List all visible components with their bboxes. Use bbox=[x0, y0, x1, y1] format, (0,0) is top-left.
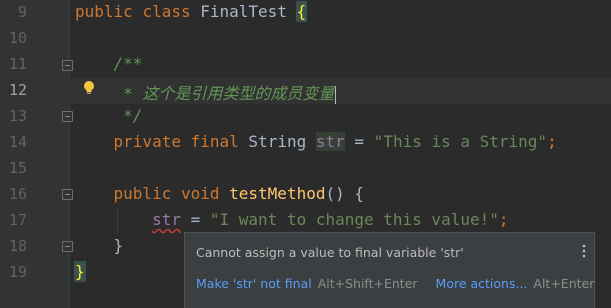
line-number: 16 bbox=[8, 185, 27, 203]
line-number: 14 bbox=[8, 133, 27, 151]
code-line-15: 15 bbox=[0, 156, 611, 182]
quick-fix-actions: Make 'str' not final Alt+Shift+Enter More … bbox=[196, 276, 594, 291]
field-str-assignment-error[interactable]: str bbox=[152, 210, 181, 229]
make-not-final-link[interactable]: Make 'str' not final bbox=[196, 276, 312, 291]
keyword-public[interactable]: public bbox=[114, 184, 172, 203]
string-literal[interactable]: "This is a String" bbox=[374, 132, 547, 151]
doc-comment-start[interactable]: /** bbox=[114, 54, 143, 73]
string-literal[interactable]: "I want to change this value!" bbox=[210, 210, 499, 229]
code-line-11: 11 /** bbox=[0, 52, 611, 78]
code-line-13: 13 */ bbox=[0, 104, 611, 130]
line-number: 18 bbox=[8, 237, 27, 255]
lightbulb-icon[interactable] bbox=[82, 80, 96, 96]
open-brace-matched[interactable]: { bbox=[295, 1, 308, 22]
fold-toggle-icon[interactable] bbox=[62, 60, 73, 71]
more-actions-link[interactable]: More actions... bbox=[436, 276, 528, 291]
code-line-14: 14 private final String str = "This is a… bbox=[0, 130, 611, 156]
semicolon: ; bbox=[498, 210, 509, 229]
line-number: 19 bbox=[8, 263, 27, 281]
keyword-private[interactable]: private bbox=[114, 132, 181, 151]
shortcut-hint: Alt+Shift+Enter bbox=[317, 276, 418, 291]
line-number: 10 bbox=[8, 29, 27, 47]
fold-toggle-icon[interactable] bbox=[62, 189, 73, 200]
close-brace[interactable]: } bbox=[114, 236, 124, 255]
semicolon: ; bbox=[547, 132, 557, 151]
code-line-9: 9 public class FinalTest { bbox=[0, 0, 611, 26]
line-number: 13 bbox=[8, 107, 27, 125]
method-signature-rest: () { bbox=[325, 184, 364, 203]
more-options-icon[interactable] bbox=[581, 242, 587, 260]
text-caret bbox=[335, 85, 337, 104]
line-number: 9 bbox=[17, 3, 27, 21]
keyword-final[interactable]: final bbox=[191, 132, 239, 151]
class-name[interactable]: FinalTest bbox=[200, 2, 287, 21]
shortcut-hint: Alt+Enter bbox=[533, 276, 595, 291]
line-number: 17 bbox=[8, 211, 27, 229]
assign-operator: = bbox=[180, 210, 210, 229]
code-line-10: 10 bbox=[0, 26, 611, 52]
close-brace-matched[interactable]: } bbox=[74, 261, 86, 282]
keyword-void[interactable]: void bbox=[181, 184, 220, 203]
line-number: 11 bbox=[8, 55, 27, 73]
keyword-class[interactable]: class bbox=[142, 2, 190, 21]
assign-operator: = bbox=[344, 132, 374, 151]
field-str-declaration[interactable]: str bbox=[315, 132, 345, 151]
error-message: Cannot assign a value to final variable … bbox=[196, 245, 464, 260]
code-line-16: 16 public void testMethod() { bbox=[0, 182, 611, 208]
method-name[interactable]: testMethod bbox=[229, 184, 325, 203]
fold-end-icon[interactable] bbox=[62, 241, 73, 252]
line-number: 15 bbox=[8, 159, 27, 177]
code-line-17: 17 str = "I want to change this value!"; bbox=[0, 208, 611, 234]
line-number: 12 bbox=[8, 81, 27, 99]
doc-comment-text[interactable]: * 这个是引用类型的成员变量 bbox=[114, 84, 334, 103]
type-string[interactable]: String bbox=[248, 132, 306, 151]
keyword-public[interactable]: public bbox=[75, 2, 133, 21]
fold-end-icon[interactable] bbox=[62, 111, 73, 122]
doc-comment-end[interactable]: */ bbox=[114, 106, 142, 125]
error-tooltip-popup: Cannot assign a value to final variable … bbox=[184, 232, 595, 308]
